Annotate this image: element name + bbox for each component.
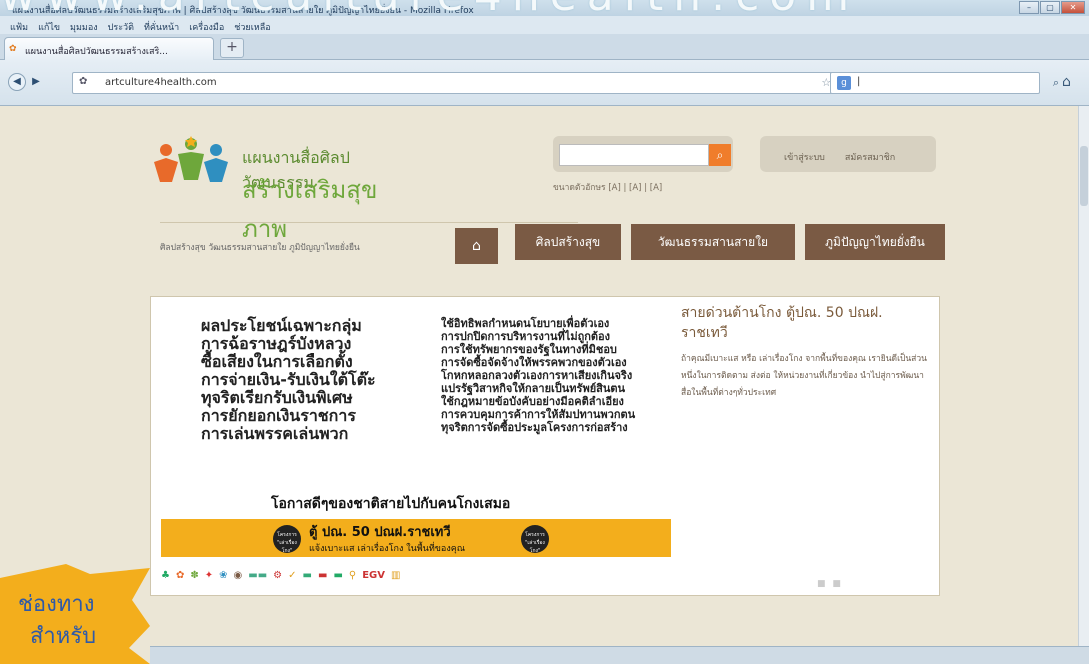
main-navigation: ⌂ ศิลปสร้างสุข วัฒนธรรมสานสายใย ภูมิปัญญ… <box>455 216 945 264</box>
partner-logo-icon: ▬▬ <box>248 569 268 581</box>
site-search: ⌕ <box>553 136 733 172</box>
partner-logo-icon: ❀ <box>219 569 228 581</box>
status-bar <box>150 646 1089 664</box>
poster-band: โครงการ "เล่าเรื่องโกง" ตู้ ปณ. 50 ปณฝ.ร… <box>161 519 671 557</box>
poster-line: การควบคุมการค้าการให้สัมปทานพวกตน <box>441 408 636 421</box>
partner-logos: ♣ ✿ ✽ ✦ ❀ ◉ ▬▬ ⚙ ✓ ▬ ▬ ▬ ⚲ EGV ▥ <box>161 565 671 585</box>
nav-tab-culture[interactable]: วัฒนธรรมสานสายใย <box>631 224 795 260</box>
login-link[interactable]: เข้าสู่ระบบ <box>784 150 825 172</box>
news-headline[interactable]: สายด่วนต้านโกง ตู้ปณ. 50 ปณฝ. ราชเทวี <box>681 303 931 343</box>
nav-home-icon[interactable]: ⌂ <box>455 228 498 264</box>
news-sidebar: สายด่วนต้านโกง ตู้ปณ. 50 ปณฝ. ราชเทวี ถ้… <box>681 303 931 402</box>
poster-line: แปรรัฐวิสาหกิจให้กลายเป็นทรัพย์สินตน <box>441 382 626 395</box>
partner-logo-icon: ✿ <box>175 569 185 581</box>
partner-logo-icon: ✓ <box>288 569 297 581</box>
poster-line: ใช้กฎหมายข้อบังคับอย่างมีอคติลำเอียง <box>441 395 624 408</box>
forward-button[interactable]: ▶ <box>28 74 44 90</box>
menu-file[interactable]: แฟ้ม <box>10 20 28 34</box>
partner-logo-icon: ◉ <box>233 569 243 581</box>
url-text: artculture4health.com <box>105 77 217 88</box>
poster-line: การจัดซื้อจัดจ้างให้พรรคพวกของตัวเอง <box>441 356 627 369</box>
campaign-seal-icon: โครงการ "เล่าเรื่องโกง" <box>521 525 549 554</box>
partner-logo-icon: ♣ <box>161 569 170 581</box>
poster-line: ทุจริตเรียกรับเงินพิเศษ <box>201 388 353 407</box>
tab-title: แผนงานสื่อศิลปวัฒนธรรมสร้างเสริ... <box>25 47 168 57</box>
poster-line: ผลประโยชน์เฉพาะกลุ่ม <box>201 316 362 335</box>
campaign-poster[interactable]: ผลประโยชน์เฉพาะกลุ่ม การฉ้อราษฎร์บังหลวง… <box>161 303 671 588</box>
vertical-scrollbar[interactable] <box>1078 106 1089 646</box>
poster-line: การยักยอกเงินราชการ <box>201 406 356 425</box>
menu-help[interactable]: ช่วยเหลือ <box>234 20 270 34</box>
pobox-title: ตู้ ปณ. 50 ปณฝ.ราชเทวี <box>309 525 451 540</box>
partner-logo-egv: EGV <box>362 569 385 581</box>
logo-figures-icon <box>154 136 228 182</box>
new-tab-button[interactable]: + <box>220 38 244 58</box>
site-logo[interactable]: แผนงานสื่อศิลปวัฒนธรรม สร้างเสริมสุขภาพ … <box>150 136 578 253</box>
navigation-toolbar: ◀ ▶ ✿ artculture4health.com ☆ ▾ ↻ g | ⌕ … <box>0 60 1089 106</box>
menu-tools[interactable]: เครื่องมือ <box>189 20 224 34</box>
poster-line: การใช้ทรัพยากรของรัฐในทางที่มิชอบ <box>441 343 617 356</box>
nav-tab-wisdom[interactable]: ภูมิปัญญาไทยยั่งยืน <box>805 224 945 260</box>
web-search-box[interactable]: g | ⌕ <box>830 72 1059 94</box>
site-tagline: ศิลปสร้างสุข วัฒนธรรมสานสายใย ภูมิปัญญาไ… <box>160 243 360 253</box>
logo-title-line2: สร้างเสริมสุขภาพ <box>242 176 378 243</box>
search-input[interactable]: | <box>857 76 860 87</box>
poster-line: ซื้อเสียงในการเลือกตั้ง <box>201 352 353 371</box>
partner-logo-icon: ⚲ <box>348 569 357 581</box>
poster-line: การจ่ายเงิน-รับเงินใต้โต๊ะ <box>201 370 376 389</box>
poster-line: ทุจริตการจัดซื้อประมูลโครงการก่อสร้าง <box>441 421 628 434</box>
poster-line: การปกปิดการบริหารงานที่ไม่ถูกต้อง <box>441 330 611 343</box>
site-identity-icon[interactable]: ✿ <box>79 76 87 87</box>
poster-slogan: โอกาสดีๆของชาติสายไปกับคนโกงเสมอ <box>271 496 511 512</box>
tab-bar: ✿ แผนงานสื่อศิลปวัฒนธรรมสร้างเสริ... + <box>0 34 1089 60</box>
partner-logo-icon: ▬ <box>317 569 328 581</box>
scrollbar-thumb[interactable] <box>1080 146 1088 206</box>
poster-line: การเล่นพรรคเล่นพวก <box>201 424 349 443</box>
pobox-subtitle: แจ้งเบาะแส เล่าเรื่องโกง ในพื้นที่ของคุณ <box>309 544 466 554</box>
register-link[interactable]: สมัครสมาชิก <box>845 150 895 172</box>
font-size-control[interactable]: ขนาดตัวอักษร [A] | [A] | [A] <box>553 180 662 194</box>
campaign-seal-icon: โครงการ "เล่าเรื่องโกง" <box>273 525 301 554</box>
account-links: เข้าสู่ระบบ สมัครสมาชิก <box>760 136 936 172</box>
search-engine-icon[interactable]: g <box>837 76 851 90</box>
slider-pager[interactable]: ■ ■ <box>817 579 843 589</box>
poster-line: การฉ้อราษฎร์บังหลวง <box>201 334 352 353</box>
corner-badge-line2: สำหรับ <box>30 624 97 649</box>
search-icon[interactable]: ⌕ <box>1053 76 1059 90</box>
url-overlay-banner: www.artculture4health.com <box>0 0 1089 20</box>
partner-logo-icon: ✦ <box>204 569 214 581</box>
browser-tab[interactable]: ✿ แผนงานสื่อศิลปวัฒนธรรมสร้างเสริ... <box>4 37 214 60</box>
web-page: แผนงานสื่อศิลปวัฒนธรรม สร้างเสริมสุขภาพ … <box>0 106 1089 664</box>
featured-content: ผลประโยชน์เฉพาะกลุ่ม การฉ้อราษฎร์บังหลวง… <box>150 296 940 596</box>
home-icon[interactable]: ⌂ <box>1062 74 1071 90</box>
menu-bookmarks[interactable]: ที่คั่นหน้า <box>144 20 179 34</box>
menu-view[interactable]: มุมมอง <box>70 20 98 34</box>
site-search-input[interactable] <box>559 144 709 166</box>
nav-tab-art[interactable]: ศิลปสร้างสุข <box>515 224 621 260</box>
partner-logo-icon: ▬ <box>333 569 343 581</box>
poster-column-right: ใช้อิทธิพลกำหนดนโยบายเพื่อตัวเอง การปกปิ… <box>441 317 641 434</box>
back-button[interactable]: ◀ <box>8 73 26 91</box>
menu-history[interactable]: ประวัติ <box>108 20 134 34</box>
poster-line: ใช้อิทธิพลกำหนดนโยบายเพื่อตัวเอง <box>441 317 610 330</box>
poster-column-left: ผลประโยชน์เฉพาะกลุ่ม การฉ้อราษฎร์บังหลวง… <box>201 317 391 443</box>
news-body: ถ้าคุณมีเบาะแส หรือ เล่าเรื่องโกง จากพื้… <box>681 354 927 398</box>
partner-logo-icon: ⚙ <box>273 569 283 581</box>
site-favicon-icon: ✿ <box>9 44 17 54</box>
poster-line: โกหกหลอกลวงตัวเองการหาเสียงเกินจริง <box>441 369 633 382</box>
corner-badge: ช่องทาง สำหรับ <box>0 564 150 664</box>
address-bar[interactable]: ✿ artculture4health.com ☆ ▾ ↻ <box>72 72 862 94</box>
corner-badge-line1: ช่องทาง <box>18 592 95 617</box>
menu-edit[interactable]: แก้ไข <box>38 20 60 34</box>
partner-logo-icon: ▥ <box>391 569 401 581</box>
site-search-button[interactable]: ⌕ <box>709 144 731 166</box>
partner-logo-icon: ✽ <box>190 569 199 581</box>
partner-logo-icon: ▬ <box>302 569 312 581</box>
